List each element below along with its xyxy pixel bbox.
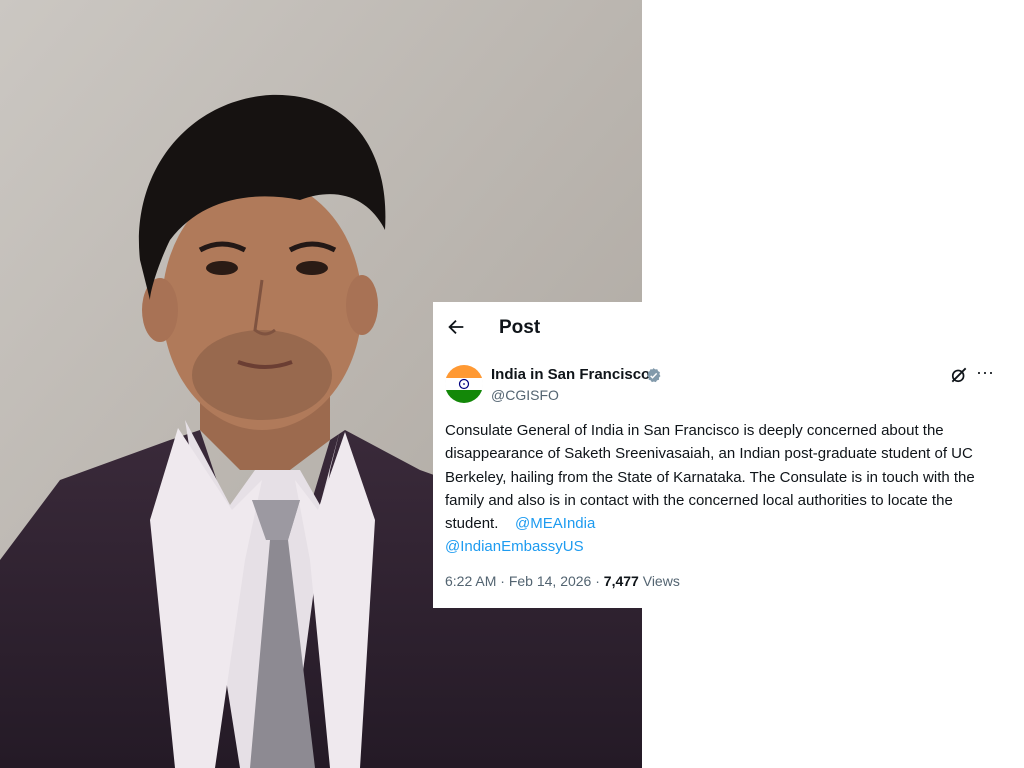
post-card: Post India in San Francisco @CGISFO ··· … <box>433 302 1024 608</box>
verified-badge-icon <box>647 368 661 383</box>
mention-mea-india[interactable]: @MEAIndia <box>515 515 595 532</box>
views-count: 7,477 <box>603 573 639 589</box>
account-name[interactable]: India in San Francisco <box>491 365 650 384</box>
post-time[interactable]: 6:22 AM <box>445 573 496 589</box>
post-text: Consulate General of India in San Franci… <box>445 419 1005 559</box>
more-options-icon[interactable]: ··· <box>975 363 995 385</box>
page-title: Post <box>499 317 541 338</box>
meta-separator: · <box>500 573 505 589</box>
post-header: Post <box>433 302 1024 352</box>
account-handle[interactable]: @CGISFO <box>491 386 559 404</box>
mention-indian-embassy-us[interactable]: @IndianEmbassyUS <box>445 538 584 555</box>
grok-icon[interactable] <box>949 365 969 385</box>
india-flag-icon[interactable] <box>445 365 483 403</box>
views-label: Views <box>642 573 680 589</box>
post-date[interactable]: Feb 14, 2026 <box>509 573 592 589</box>
post-metadata: 6:22 AM · Feb 14, 2026 · 7,477 Views <box>445 572 680 590</box>
arrow-left-icon[interactable] <box>445 316 467 338</box>
meta-separator: · <box>595 573 600 589</box>
